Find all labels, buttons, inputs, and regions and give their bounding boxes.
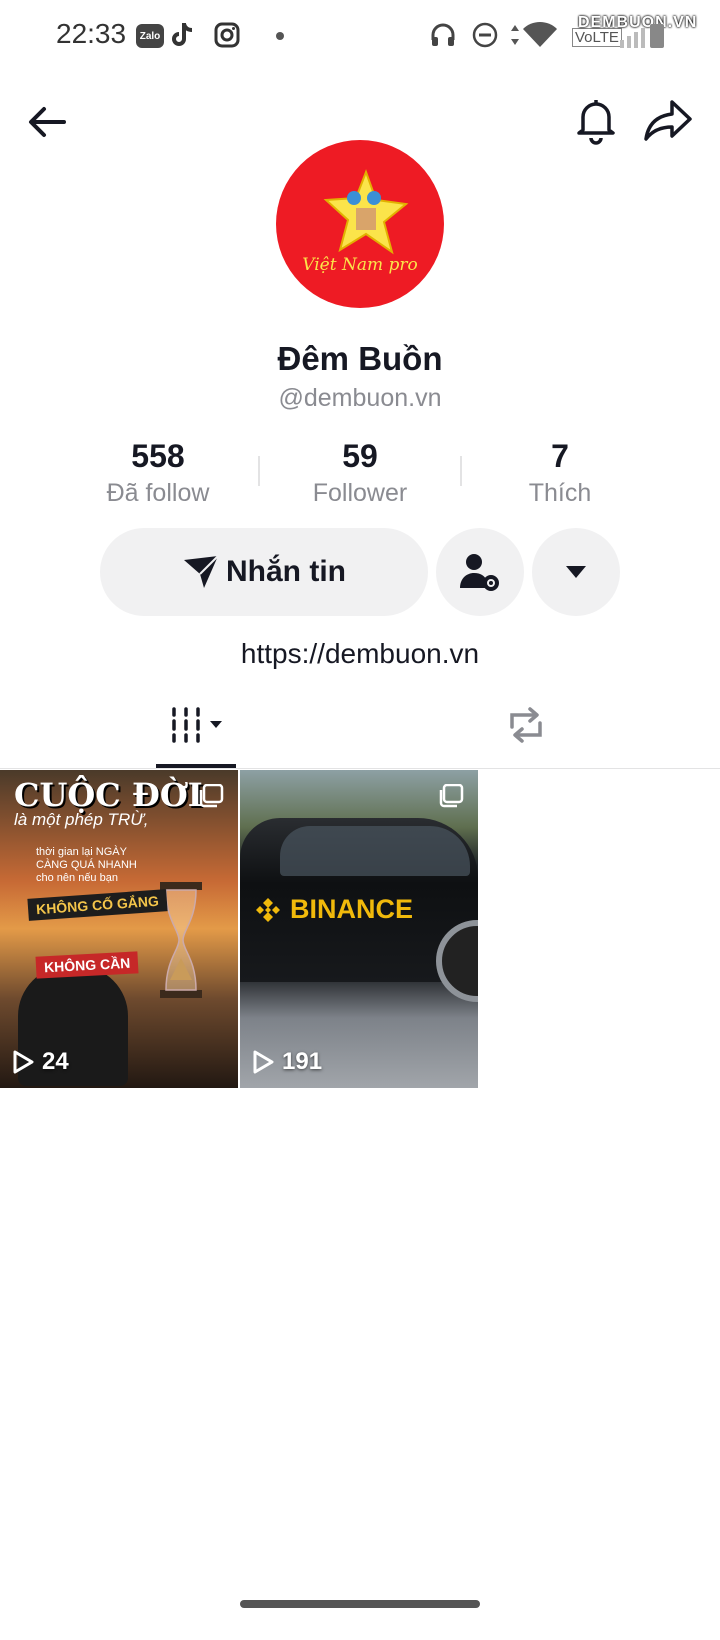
zalo-notification-icon: Zalo (136, 24, 164, 48)
caret-down-icon (566, 566, 586, 578)
likes-count: 7 (551, 438, 569, 474)
send-icon (184, 555, 219, 588)
display-name: Đêm Buồn (277, 340, 443, 377)
stat-likes[interactable]: 7 Thích (460, 438, 660, 508)
signal-icon (620, 26, 645, 48)
photo-carousel-icon (439, 784, 464, 808)
followers-count: 59 (342, 438, 378, 474)
share-button[interactable] (640, 94, 696, 146)
stat-followers[interactable]: 59 Follower (260, 438, 460, 508)
video-thumbnail[interactable]: CUỘC ĐỜI là một phép TRỪ, thời gian lại … (0, 770, 238, 1088)
following-label: Đã follow (106, 479, 210, 507)
likes-label: Thích (528, 479, 592, 507)
poster-highlight: KHÔNG CỐ GẮNG (27, 889, 168, 921)
view-count-value: 24 (42, 1048, 69, 1075)
share-arrow-icon (644, 100, 692, 141)
more-notifications-dot-icon (276, 32, 284, 40)
poster-highlight: KHÔNG CẦN (35, 951, 139, 979)
tab-videos[interactable] (156, 690, 240, 760)
message-button[interactable]: Nhắn tin (100, 528, 428, 616)
poster-title: CUỘC ĐỜI (14, 776, 203, 814)
repost-icon (510, 707, 542, 743)
user-gear-icon (460, 554, 499, 591)
tab-reposts[interactable] (484, 690, 568, 760)
stat-following[interactable]: 558 Đã follow (58, 438, 258, 508)
car-window (280, 826, 470, 876)
star-mascot-logo: Việt Nam pro (302, 169, 418, 275)
arrow-left-icon (29, 107, 66, 137)
grid-sort-icon (172, 707, 222, 743)
username: @dembuon.vn (278, 384, 442, 412)
poster-subtitle: là một phép TRỪ, (14, 810, 149, 829)
do-not-disturb-icon (470, 20, 500, 50)
more-options-dropdown-button[interactable] (532, 528, 620, 616)
view-count-value: 191 (282, 1048, 323, 1075)
poster-text: thời gian lại NGÀY CÀNG QUÁ NHANH cho nê… (36, 846, 137, 884)
binance-diamond-icon (256, 897, 280, 922)
following-count: 558 (131, 438, 185, 474)
view-count: 191 (252, 1048, 322, 1076)
headphones-icon (428, 20, 458, 50)
binance-text: BINANCE (290, 894, 414, 924)
followers-label: Follower (312, 479, 408, 507)
video-thumbnail[interactable]: BINANCE 191 (240, 770, 478, 1088)
message-button-label: Nhắn tin (226, 555, 346, 588)
bio-link[interactable]: https://dembuon.vn (0, 638, 720, 670)
wifi-icon (508, 20, 570, 50)
notification-bell-button[interactable] (570, 94, 622, 146)
battery-icon (650, 24, 664, 48)
svg-text:Việt Nam pro: Việt Nam pro (302, 255, 418, 275)
bell-icon (577, 100, 615, 145)
status-time: 22:33 (56, 18, 127, 49)
instagram-notification-icon (212, 20, 242, 50)
user-settings-button[interactable] (436, 528, 524, 616)
home-gesture-bar[interactable] (240, 1600, 480, 1608)
play-icon (253, 1050, 274, 1074)
tabs-divider (0, 768, 720, 769)
back-button[interactable] (22, 96, 74, 148)
tiktok-notification-icon (168, 20, 198, 50)
binance-logo: BINANCE (254, 894, 413, 925)
play-icon (13, 1050, 34, 1074)
view-count: 24 (12, 1048, 69, 1076)
photo-carousel-icon (199, 784, 224, 808)
profile-avatar[interactable]: Việt Nam pro (276, 140, 444, 308)
